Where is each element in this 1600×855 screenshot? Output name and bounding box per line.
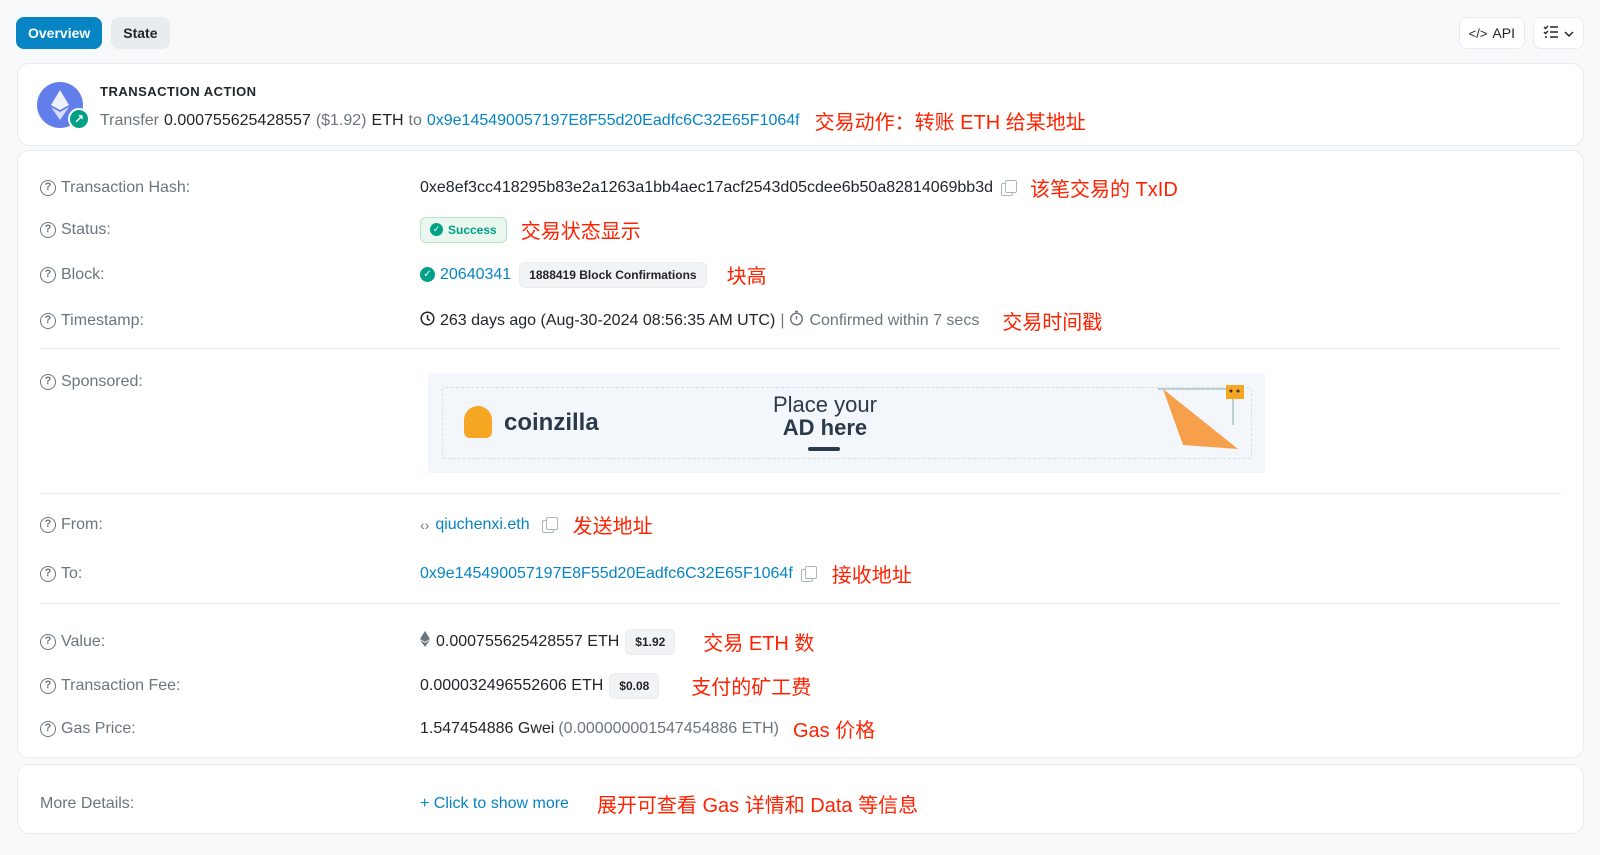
action-verb: Transfer [100, 111, 159, 129]
divider [40, 603, 1561, 604]
value-usd-badge: $1.92 [625, 628, 676, 655]
transfer-arrow-icon: ↗ [68, 108, 90, 130]
stopwatch-icon [789, 310, 804, 331]
help-icon[interactable]: ? [40, 179, 56, 196]
help-icon[interactable]: ? [40, 677, 56, 694]
block-number-link[interactable]: 20640341 [440, 266, 511, 284]
fee-row: ? Transaction Fee: 0.000032496552606 ETH … [40, 671, 1561, 700]
eth-diamond-icon [420, 631, 430, 652]
action-amount: 0.000755625428557 [163, 111, 311, 129]
list-check-icon [1543, 25, 1559, 42]
clock-icon [420, 310, 435, 331]
value-amount: 0.000755625428557 ETH [436, 632, 620, 650]
check-circle-icon: ✓ [420, 267, 435, 282]
transaction-action-card: ↗ TRANSACTION ACTION Transfer 0.00075562… [17, 63, 1584, 146]
to-row: ? To: 0x9e145490057197E8F55d20Eadfc6C32E6… [40, 559, 1561, 588]
sponsored-label: Sponsored: [61, 373, 143, 390]
block-label: Block: [61, 265, 105, 283]
value-row: ? Value: 0.000755625428557 ETH $1.92 交易 E… [40, 627, 1561, 656]
api-label: API [1492, 25, 1515, 41]
action-to-address-link[interactable]: 0x9e145490057197E8F55d20Eadfc6C32E65F106… [427, 112, 800, 130]
show-more-link[interactable]: + Click to show more [420, 795, 569, 813]
transaction-details-card: ? Transaction Hash: 0xe8ef3cc418295b83e2a… [17, 150, 1584, 758]
annotation-action: 交易动作：转账 ETH 给某地址 [814, 112, 1086, 134]
top-right-toolbar: </> API [1458, 17, 1584, 49]
sponsored-ad-banner[interactable]: coinzilla Place your AD here [428, 373, 1265, 473]
more-details-card: More Details: + Click to show more 展开可查看… [17, 764, 1584, 834]
tx-hash-label: Transaction Hash: [61, 178, 191, 196]
annotation-timestamp: 交易时间戳 [1002, 312, 1103, 334]
annotation-block: 块高 [726, 266, 767, 288]
coinzilla-mascot-icon [464, 406, 492, 438]
ad-corner-graphic [1158, 385, 1253, 467]
more-details-row: More Details: + Click to show more 展开可查看… [40, 789, 1561, 818]
from-address-link[interactable]: qiuchenxi.eth [435, 516, 529, 534]
timestamp-separator: | [780, 311, 785, 329]
action-to-word: to [408, 111, 422, 129]
status-label: Status: [61, 220, 111, 238]
help-icon[interactable]: ? [40, 565, 56, 582]
status-value: Success [448, 222, 497, 237]
more-details-label: More Details: [40, 794, 135, 812]
from-label: From: [61, 515, 103, 533]
code-icon: </> [1468, 25, 1488, 41]
copy-icon[interactable] [541, 517, 558, 533]
annotation-status: 交易状态显示 [520, 221, 641, 243]
gas-price-eth: (0.000000001547454886 ETH) [558, 719, 779, 737]
help-icon[interactable]: ? [40, 221, 56, 238]
gas-price-row: ? Gas Price: 1.547454886 Gwei (0.00000000… [40, 714, 1561, 743]
copy-icon[interactable] [800, 566, 817, 582]
help-icon[interactable]: ? [40, 312, 56, 329]
block-confirmations-badge: 1888419 Block Confirmations [519, 261, 707, 288]
tab-overview[interactable]: Overview [16, 17, 103, 49]
annotation-txid: 该笔交易的 TxID [1030, 179, 1178, 201]
divider [40, 493, 1561, 494]
copy-icon[interactable] [1001, 180, 1017, 196]
fee-amount: 0.000032496552606 ETH [420, 676, 604, 694]
tab-state[interactable]: State [111, 17, 170, 49]
help-icon[interactable]: ? [40, 516, 56, 533]
value-label: Value: [61, 632, 106, 650]
annotation-value: 交易 ETH 数 [703, 633, 815, 655]
help-icon[interactable]: ? [40, 266, 56, 283]
list-options-button[interactable] [1533, 17, 1584, 49]
annotation-gas: Gas 价格 [792, 720, 876, 742]
chevron-down-icon [1564, 25, 1574, 41]
divider [40, 348, 1561, 349]
ad-text: Place your AD here [773, 392, 877, 440]
to-label: To: [61, 564, 83, 582]
action-usd: ($1.92) [315, 111, 367, 129]
tx-hash-value: 0xe8ef3cc418295b83e2a1263a1bb4aec17acf25… [420, 178, 993, 196]
fee-usd-badge: $0.08 [609, 672, 660, 699]
api-button[interactable]: </> API [1458, 17, 1525, 49]
fee-label: Transaction Fee: [61, 676, 181, 694]
check-circle-icon: ✓ [430, 223, 443, 236]
annotation-to: 接收地址 [831, 565, 912, 587]
help-icon[interactable]: ? [40, 374, 56, 390]
annotation-more-details: 展开可查看 Gas 详情和 Data 等信息 [596, 795, 919, 817]
help-icon[interactable]: ? [40, 720, 56, 737]
gas-price-gwei: 1.547454886 Gwei [420, 719, 555, 737]
timestamp-row: ? Timestamp: 263 days ago (Aug-30-2024 08… [40, 306, 1561, 335]
transaction-action-title: TRANSACTION ACTION [100, 84, 257, 99]
status-row: ? Status: ✓ Success 交易状态显示 [40, 215, 1561, 244]
tx-hash-row: ? Transaction Hash: 0xe8ef3cc418295b83e2a… [40, 173, 1561, 202]
ad-brand: coinzilla [504, 409, 599, 436]
tab-bar: Overview State [16, 17, 170, 49]
annotation-from: 发送地址 [572, 516, 653, 538]
transaction-action-line: Transfer 0.000755625428557 ($1.92) ETH t… [100, 106, 1086, 135]
block-row: ? Block: ✓ 20640341 1888419 Block Confirm… [40, 260, 1561, 289]
status-badge: ✓ Success [420, 216, 507, 243]
confirmed-within: Confirmed within 7 secs [809, 311, 980, 329]
annotation-fee: 支付的矿工费 [691, 677, 812, 699]
action-unit: ETH [371, 111, 404, 129]
timestamp-value: 263 days ago (Aug-30-2024 08:56:35 AM UT… [440, 311, 776, 329]
gas-price-label: Gas Price: [61, 719, 136, 737]
timestamp-label: Timestamp: [61, 311, 144, 329]
to-address-link[interactable]: 0x9e145490057197E8F55d20Eadfc6C32E65F106… [420, 565, 793, 583]
from-row: ? From: ‹› qiuchenxi.eth 发送地址 [40, 510, 1561, 539]
help-icon[interactable]: ? [40, 633, 56, 650]
ens-icon: ‹› [420, 516, 430, 533]
